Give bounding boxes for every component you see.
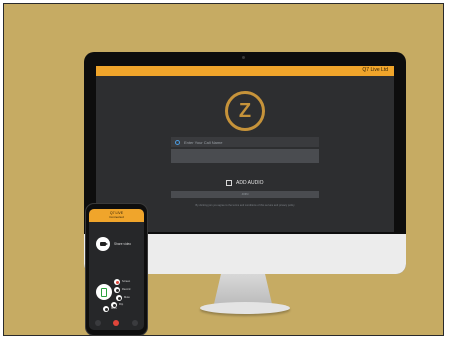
video-camera-icon — [100, 242, 108, 246]
camera-button[interactable] — [96, 237, 110, 251]
mute-icon — [117, 296, 121, 300]
phone-subtitle: Connected — [109, 215, 124, 219]
mobile-phone: Q7 LIVE Connected Share video Screen Rec… — [85, 203, 148, 336]
end-call-icon[interactable] — [113, 320, 120, 326]
scene-frame: Q7 Live Ltd Z Enter Your Call Name ADD A… — [3, 3, 444, 336]
menu-screen-label: Screen — [122, 280, 131, 283]
monitor-base — [200, 302, 290, 314]
menu-record-label: Record — [122, 288, 131, 291]
phone-screen: Q7 LIVE Connected Share video Screen Rec… — [89, 209, 144, 330]
phone-header: Q7 LIVE Connected — [89, 209, 144, 222]
brand-label: Q7 Live Ltd — [362, 67, 388, 73]
screen-icon — [115, 280, 119, 284]
camera-label: Share video — [114, 242, 132, 246]
name-label: Enter Your Call Name — [184, 139, 223, 145]
more-icon — [104, 307, 108, 311]
app-logo: Z — [225, 91, 265, 131]
add-audio-option[interactable]: ADD AUDIO — [226, 180, 264, 186]
webcam — [242, 56, 245, 59]
name-input[interactable] — [171, 149, 319, 163]
phone-action-bar — [89, 316, 144, 330]
monitor-stand — [214, 274, 272, 304]
logo-letter: Z — [238, 100, 252, 122]
menu-flip-label: Flip — [119, 303, 124, 306]
menu-more-button[interactable] — [103, 306, 109, 312]
menu-record-button[interactable] — [114, 287, 120, 293]
fine-print: By clicking join you agree to the terms … — [195, 204, 295, 207]
menu-more-label: More — [111, 307, 117, 310]
menu-mute-label: Mute — [124, 296, 130, 299]
phone-icon — [101, 287, 107, 297]
name-label-row: Enter Your Call Name — [171, 137, 319, 147]
info-icon — [175, 139, 180, 145]
join-button[interactable]: JOIN — [171, 191, 319, 198]
menu-screen-button[interactable] — [114, 279, 120, 285]
menu-mute-button[interactable] — [116, 295, 122, 301]
add-audio-label: ADD AUDIO — [236, 180, 264, 186]
mic-icon[interactable] — [95, 320, 102, 326]
phone-menu-button[interactable] — [96, 284, 112, 300]
record-icon — [115, 288, 119, 292]
settings-icon[interactable] — [131, 320, 138, 326]
top-bar: Q7 Live Ltd — [96, 66, 394, 76]
add-audio-checkbox[interactable] — [226, 180, 232, 186]
